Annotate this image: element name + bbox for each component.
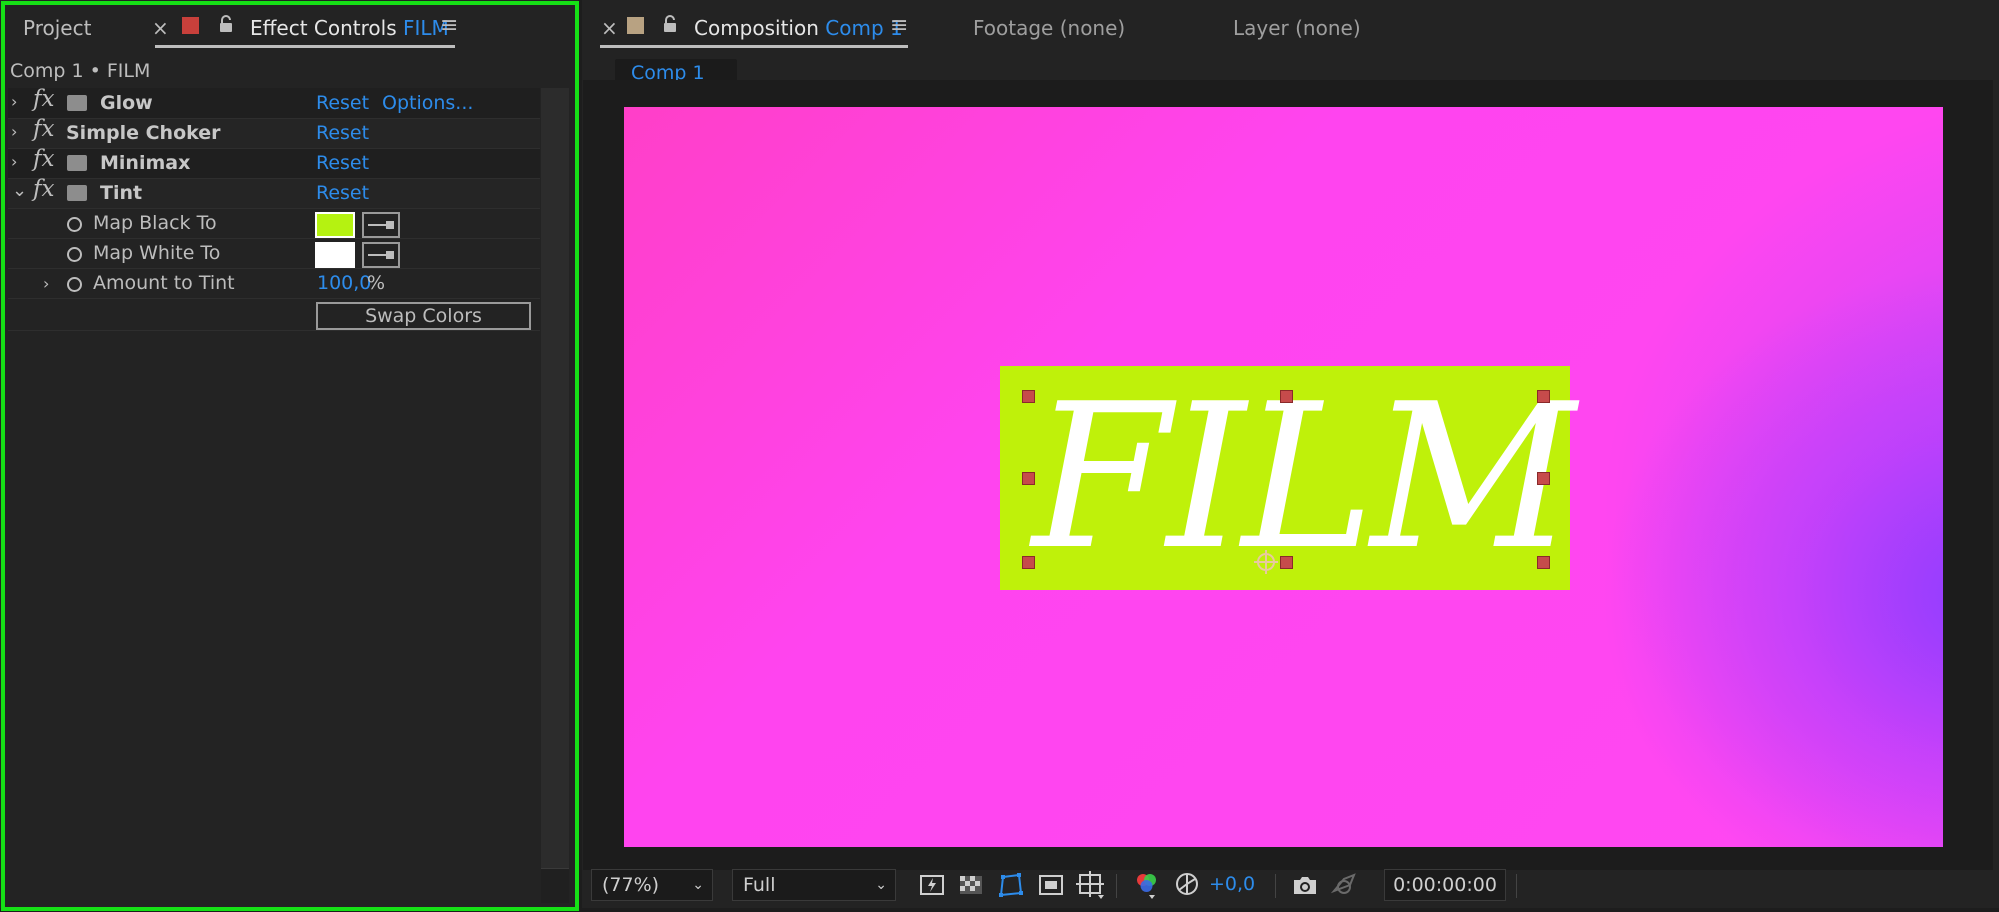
tab-project[interactable]: Project bbox=[23, 16, 91, 40]
chevron-down-icon[interactable]: ⌄ bbox=[12, 180, 27, 201]
close-tab-icon[interactable]: × bbox=[152, 16, 169, 40]
channel-icon[interactable] bbox=[1133, 871, 1159, 899]
stopwatch-icon[interactable] bbox=[67, 277, 82, 292]
scrollbar-corner bbox=[541, 868, 569, 903]
chevron-right-icon[interactable]: › bbox=[11, 152, 17, 171]
fast-previews-icon[interactable] bbox=[919, 873, 945, 897]
color-swatch-black[interactable] bbox=[315, 212, 355, 238]
grid-guide-options-icon[interactable] bbox=[1076, 871, 1104, 899]
current-time-display[interactable]: 0:00:00:00 bbox=[1384, 869, 1506, 901]
chevron-down-icon: ⌄ bbox=[875, 877, 887, 893]
row-divider bbox=[8, 330, 540, 331]
amount-to-tint-value[interactable]: 100,0 bbox=[317, 272, 371, 294]
panel-menu-icon[interactable]: ≡ bbox=[890, 13, 908, 38]
tab-composition[interactable]: Composition Comp 1 bbox=[694, 16, 903, 40]
reset-link-glow[interactable]: Reset bbox=[316, 92, 369, 114]
close-tab-icon[interactable]: × bbox=[601, 16, 618, 40]
color-swatch-white[interactable] bbox=[315, 242, 355, 268]
anchor-point-icon[interactable] bbox=[1252, 548, 1280, 580]
toolbar-divider bbox=[1275, 874, 1276, 898]
transform-handle[interactable] bbox=[1022, 472, 1035, 485]
stopwatch-icon[interactable] bbox=[67, 217, 82, 232]
active-tab-underline bbox=[600, 45, 908, 48]
prop-map-white-to: Map White To bbox=[93, 242, 221, 264]
chevron-right-icon[interactable]: › bbox=[43, 274, 49, 293]
chevron-down-icon: ⌄ bbox=[692, 877, 704, 893]
fx-icon[interactable]: fx bbox=[33, 146, 54, 172]
effect-badge-icon bbox=[67, 155, 87, 171]
row-divider bbox=[8, 148, 540, 149]
stopwatch-icon[interactable] bbox=[67, 247, 82, 262]
row-divider bbox=[8, 208, 540, 209]
reset-link-minimax[interactable]: Reset bbox=[316, 152, 369, 174]
fx-icon[interactable]: fx bbox=[33, 176, 54, 202]
transform-handle[interactable] bbox=[1280, 556, 1293, 569]
effect-badge-icon bbox=[67, 185, 87, 201]
tab-layer[interactable]: Layer (none) bbox=[1233, 16, 1361, 40]
exposure-reset-icon[interactable] bbox=[1174, 871, 1200, 895]
tab-composition-label: Composition bbox=[694, 16, 819, 40]
transform-handle[interactable] bbox=[1022, 556, 1035, 569]
amount-to-tint-unit: % bbox=[367, 272, 386, 294]
transform-handle[interactable] bbox=[1280, 390, 1293, 403]
region-of-interest-icon[interactable] bbox=[1038, 873, 1064, 897]
exposure-value[interactable]: +0,0 bbox=[1209, 873, 1255, 895]
effect-badge-icon bbox=[67, 95, 87, 111]
row-divider bbox=[8, 178, 540, 179]
effect-name-tint: Tint bbox=[100, 182, 143, 204]
row-divider bbox=[8, 238, 540, 239]
transform-handle[interactable] bbox=[1537, 390, 1550, 403]
resolution-value: Full bbox=[743, 874, 776, 896]
eyedropper-icon[interactable] bbox=[362, 212, 400, 238]
active-tab-underline bbox=[155, 45, 455, 48]
breadcrumb: Comp 1 • FILM bbox=[10, 60, 151, 82]
row-divider bbox=[8, 298, 540, 299]
effect-name-glow: Glow bbox=[100, 92, 153, 114]
tab-footage[interactable]: Footage (none) bbox=[973, 16, 1125, 40]
reset-link-simple-choker[interactable]: Reset bbox=[316, 122, 369, 144]
tab-effect-controls[interactable]: Effect Controls FILM bbox=[250, 16, 449, 40]
options-link-glow[interactable]: Options... bbox=[382, 92, 473, 114]
chevron-right-icon[interactable]: › bbox=[11, 122, 17, 141]
effect-row-tint[interactable] bbox=[8, 178, 540, 208]
reset-link-tint[interactable]: Reset bbox=[316, 182, 369, 204]
toolbar-divider bbox=[1516, 874, 1517, 898]
transform-handle[interactable] bbox=[1022, 390, 1035, 403]
mask-path-visibility-icon[interactable] bbox=[997, 871, 1023, 897]
row-divider bbox=[8, 118, 540, 119]
transform-handle[interactable] bbox=[1537, 472, 1550, 485]
label-color-swatch[interactable] bbox=[182, 17, 199, 34]
lock-icon[interactable] bbox=[662, 14, 678, 38]
prop-amount-to-tint: Amount to Tint bbox=[93, 272, 235, 294]
magnification-value: (77%) bbox=[602, 874, 660, 896]
panel-menu-icon[interactable]: ≡ bbox=[440, 13, 458, 38]
effect-name-minimax: Minimax bbox=[100, 152, 191, 174]
chevron-right-icon[interactable]: › bbox=[11, 92, 17, 111]
magnification-dropdown[interactable]: (77%) ⌄ bbox=[591, 869, 713, 901]
show-snapshot-icon[interactable] bbox=[1330, 871, 1356, 895]
row-divider bbox=[8, 268, 540, 269]
lock-icon[interactable] bbox=[218, 14, 234, 38]
effect-row-minimax[interactable] bbox=[8, 148, 540, 178]
transparency-grid-icon[interactable] bbox=[958, 873, 984, 897]
transform-handle[interactable] bbox=[1537, 556, 1550, 569]
fx-icon[interactable]: fx bbox=[33, 86, 54, 112]
camera-snapshot-icon[interactable] bbox=[1291, 873, 1317, 897]
prop-map-black-to: Map Black To bbox=[93, 212, 217, 234]
tab-effect-controls-label: Effect Controls bbox=[250, 16, 397, 40]
label-color-swatch[interactable] bbox=[627, 17, 644, 34]
effect-name-simple-choker: Simple Choker bbox=[66, 122, 221, 144]
resolution-dropdown[interactable]: Full ⌄ bbox=[732, 869, 896, 901]
fx-icon[interactable]: fx bbox=[33, 116, 54, 142]
toolbar-divider bbox=[1116, 874, 1117, 898]
scrollbar-track[interactable] bbox=[541, 88, 569, 868]
swap-colors-button[interactable]: Swap Colors bbox=[316, 302, 531, 330]
eyedropper-icon[interactable] bbox=[362, 242, 400, 268]
